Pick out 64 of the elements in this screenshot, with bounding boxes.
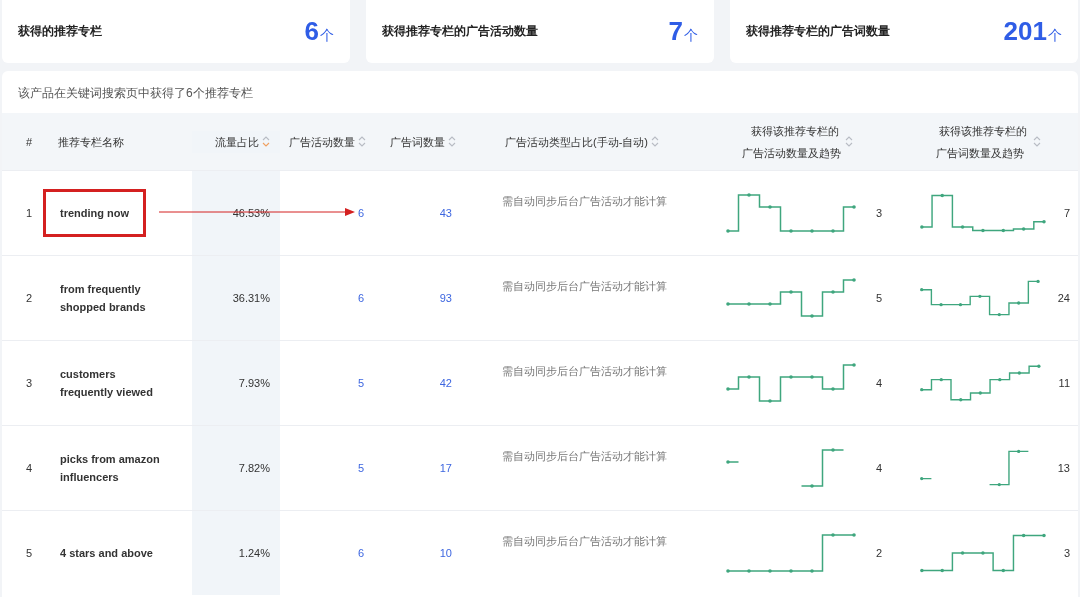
column-header: 流量占比 (215, 134, 259, 150)
table-caption: 该产品在关键词搜索页中获得了6个推荐专栏 (17, 85, 254, 102)
stat-unit: 个 (320, 27, 334, 45)
highlighted-placement-name: trending now (43, 189, 147, 237)
trend-count: 4 (876, 462, 883, 474)
sort-icon[interactable] (358, 136, 366, 147)
rank-number: 3 (26, 377, 33, 389)
sort-icon[interactable] (448, 136, 456, 147)
trend-count: 11 (1058, 377, 1070, 389)
column-header: 获得该推荐专栏的广告词数量及趋势 (934, 123, 1028, 161)
sort-icon[interactable] (262, 136, 270, 147)
campaign-count-link[interactable]: 6 (357, 547, 364, 559)
trend-count: 2 (876, 547, 883, 559)
traffic-share: 1.24% (238, 547, 270, 559)
sort-icon[interactable] (651, 136, 659, 147)
rank-number: 2 (26, 292, 33, 304)
trend-count: 4 (876, 377, 883, 389)
trend-count: 3 (1063, 547, 1070, 559)
placement-name: picks from amazon influencers (59, 452, 161, 485)
sort-icon[interactable] (844, 136, 853, 147)
type-ratio-note: 需自动同步后台广告活动才能计算 (502, 279, 667, 294)
column-header: 广告词数量 (390, 134, 445, 150)
type-ratio-note: 需自动同步后台广告活动才能计算 (502, 449, 667, 464)
column-header: 获得该推荐专栏的广告活动数量及趋势 (741, 123, 842, 161)
placement-name: customers frequently viewed (59, 367, 154, 400)
campaign-count-link[interactable]: 5 (357, 377, 364, 389)
traffic-share: 46.53% (232, 207, 270, 219)
keyword-count-link[interactable]: 10 (439, 547, 452, 559)
rank-number: 5 (26, 547, 33, 559)
traffic-share: 7.93% (238, 377, 270, 389)
trend-count: 24 (1057, 292, 1070, 304)
stat-unit: 个 (1048, 27, 1062, 45)
traffic-share: 36.31% (232, 292, 270, 304)
column-header: 广告活动数量 (289, 134, 355, 150)
column-header: 推荐专栏名称 (58, 134, 124, 150)
trend-count: 5 (876, 292, 883, 304)
stat-value: 6 (304, 16, 319, 47)
trend-count: 3 (876, 207, 883, 219)
type-ratio-note: 需自动同步后台广告活动才能计算 (502, 364, 667, 379)
keyword-count-link[interactable]: 43 (439, 207, 452, 219)
column-header: # (26, 134, 33, 150)
campaign-count-link[interactable]: 6 (357, 292, 364, 304)
stat-label: 获得的推荐专栏 (18, 23, 102, 40)
trend-count: 13 (1057, 462, 1070, 474)
rank-number: 1 (26, 207, 33, 219)
column-header: 广告活动类型占比(手动-自动) (505, 134, 648, 150)
trend-count: 7 (1063, 207, 1070, 219)
sort-icon[interactable] (1032, 136, 1041, 147)
traffic-share: 7.82% (238, 462, 270, 474)
rank-number: 4 (26, 462, 33, 474)
placement-name: from frequently shopped brands (59, 282, 147, 315)
stat-label: 获得推荐专栏的广告活动数量 (382, 23, 538, 40)
type-ratio-note: 需自动同步后台广告活动才能计算 (502, 534, 667, 549)
campaign-count-link[interactable]: 5 (357, 462, 364, 474)
stat-label: 获得推荐专栏的广告词数量 (746, 23, 890, 40)
keyword-count-link[interactable]: 42 (439, 377, 452, 389)
stat-value: 7 (668, 16, 683, 47)
type-ratio-note: 需自动同步后台广告活动才能计算 (502, 194, 667, 209)
stat-unit: 个 (684, 27, 698, 45)
stat-value: 201 (1003, 16, 1047, 47)
keyword-count-link[interactable]: 93 (439, 292, 452, 304)
placement-name: 4 stars and above (59, 546, 154, 561)
keyword-count-link[interactable]: 17 (439, 462, 452, 474)
campaign-count-link[interactable]: 6 (357, 207, 364, 219)
